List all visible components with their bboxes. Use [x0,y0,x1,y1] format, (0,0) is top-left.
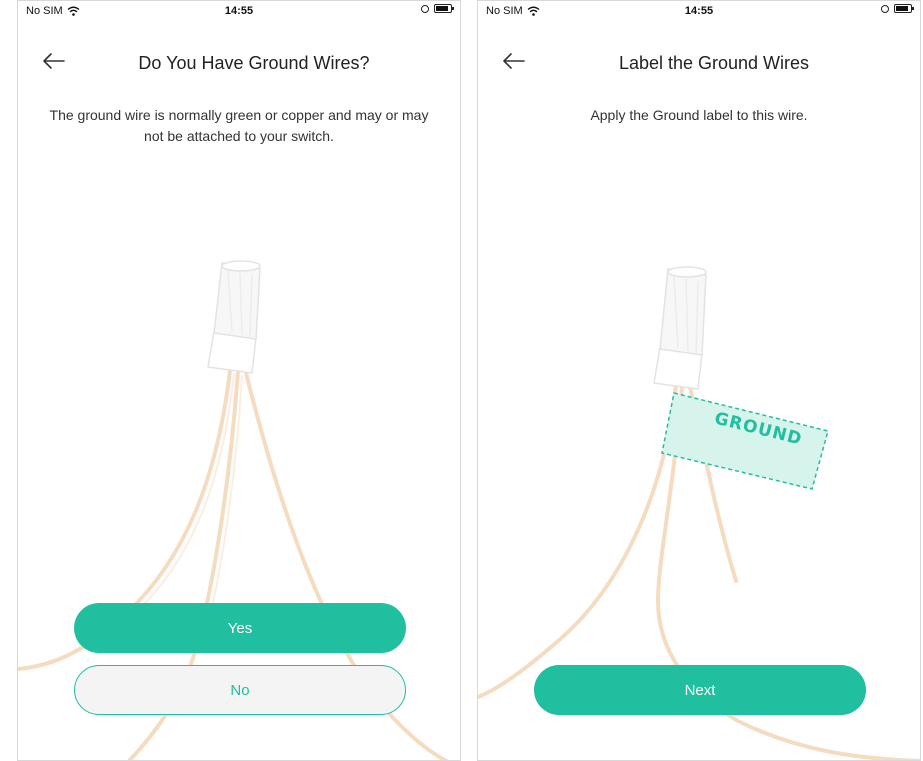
page-description: Apply the Ground label to this wire. [590,107,808,123]
battery-icon [434,4,454,13]
back-button[interactable] [500,49,528,73]
orientation-lock-icon [421,4,429,13]
status-time: 14:55 [684,5,714,17]
screen-ground-wires-question: No SIM 14:55 Do You Have Ground Wires? T… [17,0,461,761]
battery-icon [894,4,914,13]
no-button[interactable]: No [74,665,406,715]
status-time: 14:55 [224,5,254,17]
page-title: Label the Ground Wires [618,53,810,73]
screen-label-ground-wires: GROUND No SIM 14:55 Label the Ground Wir… [477,0,921,761]
yes-button[interactable]: Yes [74,603,406,653]
back-arrow-icon [43,53,65,69]
back-arrow-icon [503,53,525,69]
status-bar: No SIM 14:55 [18,1,460,23]
page-title: Do You Have Ground Wires? [138,53,370,73]
next-button[interactable]: Next [534,665,866,715]
status-bar: No SIM 14:55 [478,1,920,23]
back-button[interactable] [40,49,68,73]
ground-label-tag: GROUND [661,392,829,490]
orientation-lock-icon [881,4,889,13]
page-description: The ground wire is normally green or cop… [49,107,429,144]
